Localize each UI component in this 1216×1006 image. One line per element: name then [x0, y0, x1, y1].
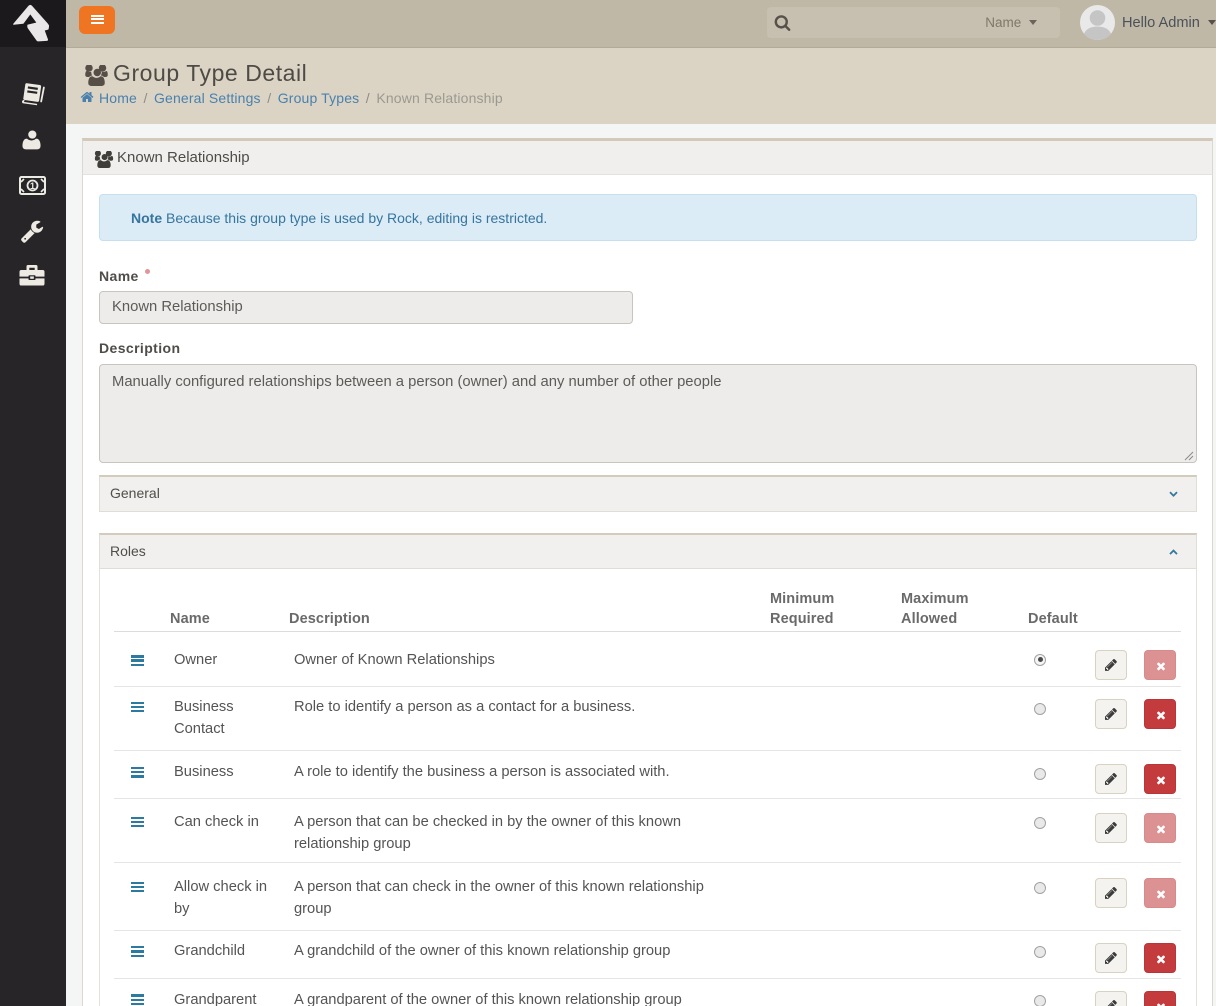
svg-text:1: 1: [30, 181, 35, 191]
